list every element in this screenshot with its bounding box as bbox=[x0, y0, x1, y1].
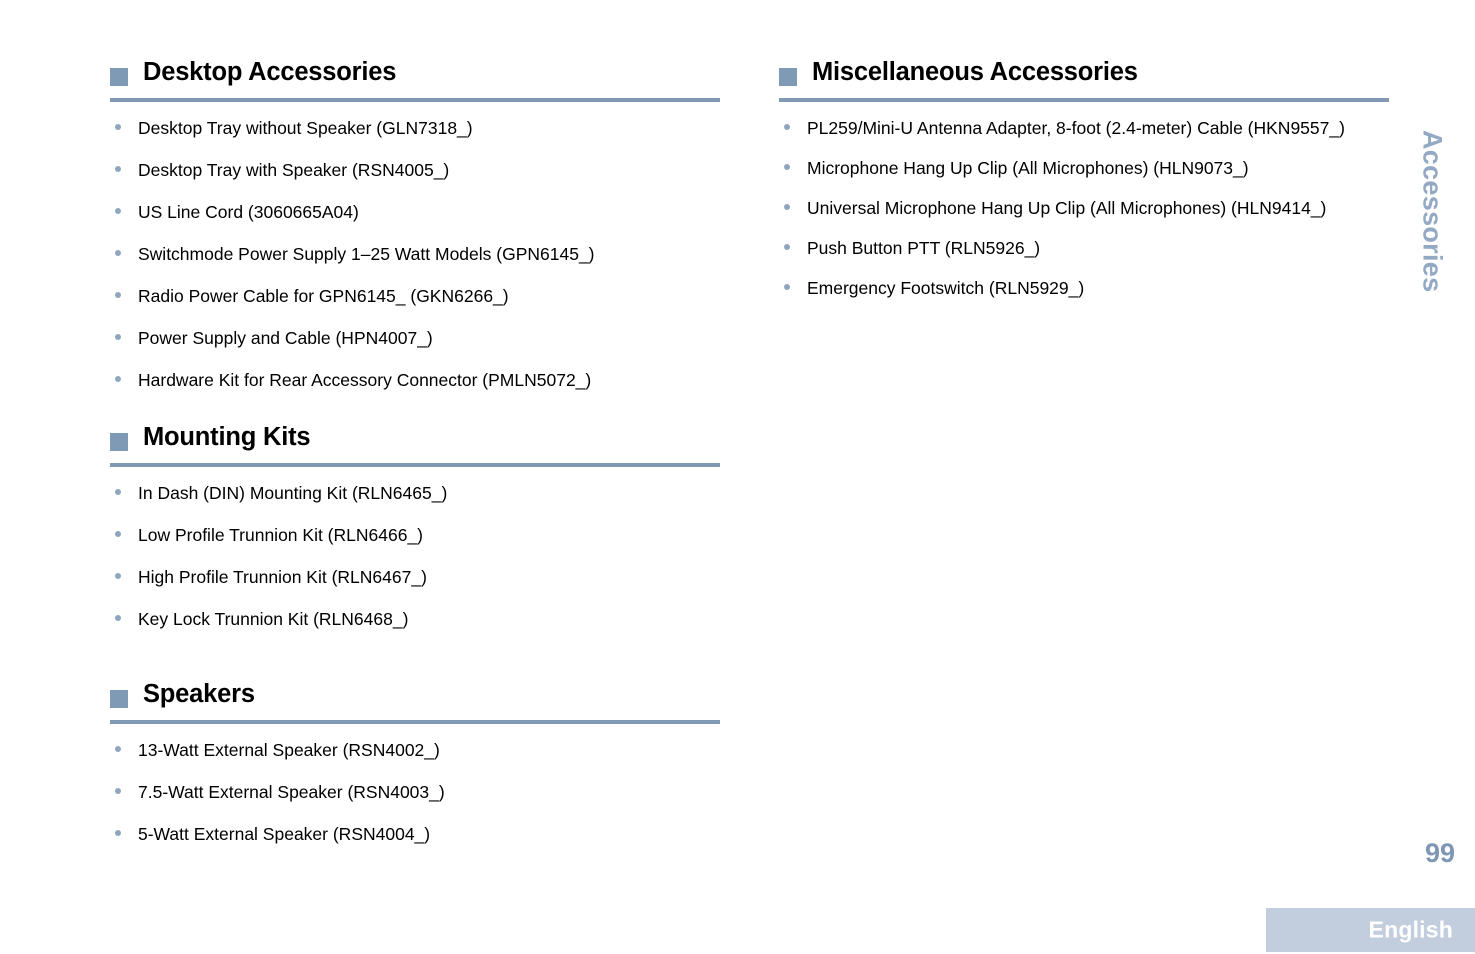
list-item-label: Switchmode Power Supply 1–25 Watt Models… bbox=[138, 244, 595, 264]
section-marker-icon bbox=[110, 690, 128, 708]
list-item-label: Desktop Tray without Speaker (GLN7318_) bbox=[138, 118, 473, 138]
list-item-label: PL259/Mini-U Antenna Adapter, 8-foot (2.… bbox=[807, 118, 1345, 138]
list-item: 7.5-Watt External Speaker (RSN4003_) bbox=[110, 780, 720, 805]
list-item-label: Emergency Footswitch (RLN5929_) bbox=[807, 278, 1085, 298]
list-item: In Dash (DIN) Mounting Kit (RLN6465_) bbox=[110, 481, 720, 506]
list-item-label: 13-Watt External Speaker (RSN4002_) bbox=[138, 740, 440, 760]
list-item: Emergency Footswitch (RLN5929_) bbox=[779, 276, 1389, 301]
section-header: Miscellaneous Accessories bbox=[779, 58, 1389, 102]
page-number: 99 bbox=[1424, 838, 1455, 868]
list-item: Low Profile Trunnion Kit (RLN6466_) bbox=[110, 523, 720, 548]
list-item-label: Microphone Hang Up Clip (All Microphones… bbox=[807, 158, 1249, 178]
accessory-list: Desktop Tray without Speaker (GLN7318_) … bbox=[110, 116, 720, 410]
chapter-side-tab-label: Accessories bbox=[1417, 130, 1448, 293]
bullet-icon bbox=[115, 788, 121, 794]
list-item: Switchmode Power Supply 1–25 Watt Models… bbox=[110, 242, 720, 267]
bullet-icon bbox=[115, 573, 121, 579]
accessory-list: PL259/Mini-U Antenna Adapter, 8-foot (2.… bbox=[779, 116, 1389, 316]
section-title: Desktop Accessories bbox=[143, 58, 397, 86]
section-title: Miscellaneous Accessories bbox=[812, 58, 1138, 86]
manual-page: Desktop Accessories Desktop Tray without… bbox=[0, 0, 1475, 954]
section-divider bbox=[110, 720, 720, 724]
list-item-label: Desktop Tray with Speaker (RSN4005_) bbox=[138, 160, 450, 180]
list-item: High Profile Trunnion Kit (RLN6467_) bbox=[110, 565, 720, 590]
section-divider bbox=[110, 98, 720, 102]
list-item: Radio Power Cable for GPN6145_ (GKN6266_… bbox=[110, 284, 720, 309]
list-item: US Line Cord (3060665A04) bbox=[110, 200, 720, 225]
list-item: Desktop Tray with Speaker (RSN4005_) bbox=[110, 158, 720, 183]
section-title: Mounting Kits bbox=[143, 423, 311, 451]
list-item-label: In Dash (DIN) Mounting Kit (RLN6465_) bbox=[138, 483, 448, 503]
list-item-label: 7.5-Watt External Speaker (RSN4003_) bbox=[138, 782, 445, 802]
section-desktop-accessories: Desktop Accessories Desktop Tray without… bbox=[110, 58, 720, 390]
chapter-side-tab: Accessories bbox=[1402, 130, 1462, 350]
list-item-label: Hardware Kit for Rear Accessory Connecto… bbox=[138, 370, 592, 390]
bullet-icon bbox=[784, 244, 790, 250]
section-divider bbox=[110, 463, 720, 467]
bullet-icon bbox=[115, 489, 121, 495]
list-item-label: Power Supply and Cable (HPN4007_) bbox=[138, 328, 433, 348]
bullet-icon bbox=[115, 292, 121, 298]
language-label: English bbox=[1368, 916, 1453, 943]
list-item-label: Push Button PTT (RLN5926_) bbox=[807, 238, 1041, 258]
bullet-icon bbox=[115, 166, 121, 172]
section-divider bbox=[779, 98, 1389, 102]
section-speakers: Speakers 13-Watt External Speaker (RSN40… bbox=[110, 680, 720, 844]
list-item-label: High Profile Trunnion Kit (RLN6467_) bbox=[138, 567, 427, 587]
list-item-label: Key Lock Trunnion Kit (RLN6468_) bbox=[138, 609, 409, 629]
bullet-icon bbox=[784, 164, 790, 170]
list-item: Key Lock Trunnion Kit (RLN6468_) bbox=[110, 607, 720, 632]
list-item: Hardware Kit for Rear Accessory Connecto… bbox=[110, 368, 720, 393]
section-mounting-kits: Mounting Kits In Dash (DIN) Mounting Kit… bbox=[110, 423, 720, 629]
list-item: Power Supply and Cable (HPN4007_) bbox=[110, 326, 720, 351]
bullet-icon bbox=[115, 746, 121, 752]
language-bar: English bbox=[1266, 908, 1475, 952]
section-marker-icon bbox=[779, 68, 797, 86]
section-marker-icon bbox=[110, 68, 128, 86]
section-title: Speakers bbox=[143, 680, 255, 708]
list-item: Push Button PTT (RLN5926_) bbox=[779, 236, 1389, 261]
list-item: Desktop Tray without Speaker (GLN7318_) bbox=[110, 116, 720, 141]
section-marker-icon bbox=[110, 433, 128, 451]
accessory-list: In Dash (DIN) Mounting Kit (RLN6465_) Lo… bbox=[110, 481, 720, 649]
list-item: 5-Watt External Speaker (RSN4004_) bbox=[110, 822, 720, 847]
list-item: Universal Microphone Hang Up Clip (All M… bbox=[779, 196, 1389, 221]
bullet-icon bbox=[115, 334, 121, 340]
list-item-label: 5-Watt External Speaker (RSN4004_) bbox=[138, 824, 431, 844]
bullet-icon bbox=[115, 250, 121, 256]
list-item-label: Low Profile Trunnion Kit (RLN6466_) bbox=[138, 525, 424, 545]
bullet-icon bbox=[115, 615, 121, 621]
bullet-icon bbox=[115, 208, 121, 214]
bullet-icon bbox=[115, 531, 121, 537]
list-item-label: US Line Cord (3060665A04) bbox=[138, 202, 359, 222]
bullet-icon bbox=[115, 376, 121, 382]
bullet-icon bbox=[115, 124, 121, 130]
list-item: 13-Watt External Speaker (RSN4002_) bbox=[110, 738, 720, 763]
list-item: PL259/Mini-U Antenna Adapter, 8-foot (2.… bbox=[779, 116, 1389, 141]
accessory-list: 13-Watt External Speaker (RSN4002_) 7.5-… bbox=[110, 738, 720, 864]
section-header: Mounting Kits bbox=[110, 423, 720, 467]
bullet-icon bbox=[784, 204, 790, 210]
bullet-icon bbox=[784, 284, 790, 290]
section-header: Desktop Accessories bbox=[110, 58, 720, 102]
list-item: Microphone Hang Up Clip (All Microphones… bbox=[779, 156, 1389, 181]
list-item-label: Universal Microphone Hang Up Clip (All M… bbox=[807, 198, 1327, 218]
bullet-icon bbox=[115, 830, 121, 836]
bullet-icon bbox=[784, 124, 790, 130]
section-header: Speakers bbox=[110, 680, 720, 724]
section-miscellaneous-accessories: Miscellaneous Accessories PL259/Mini-U A… bbox=[779, 58, 1389, 298]
list-item-label: Radio Power Cable for GPN6145_ (GKN6266_… bbox=[138, 286, 509, 306]
